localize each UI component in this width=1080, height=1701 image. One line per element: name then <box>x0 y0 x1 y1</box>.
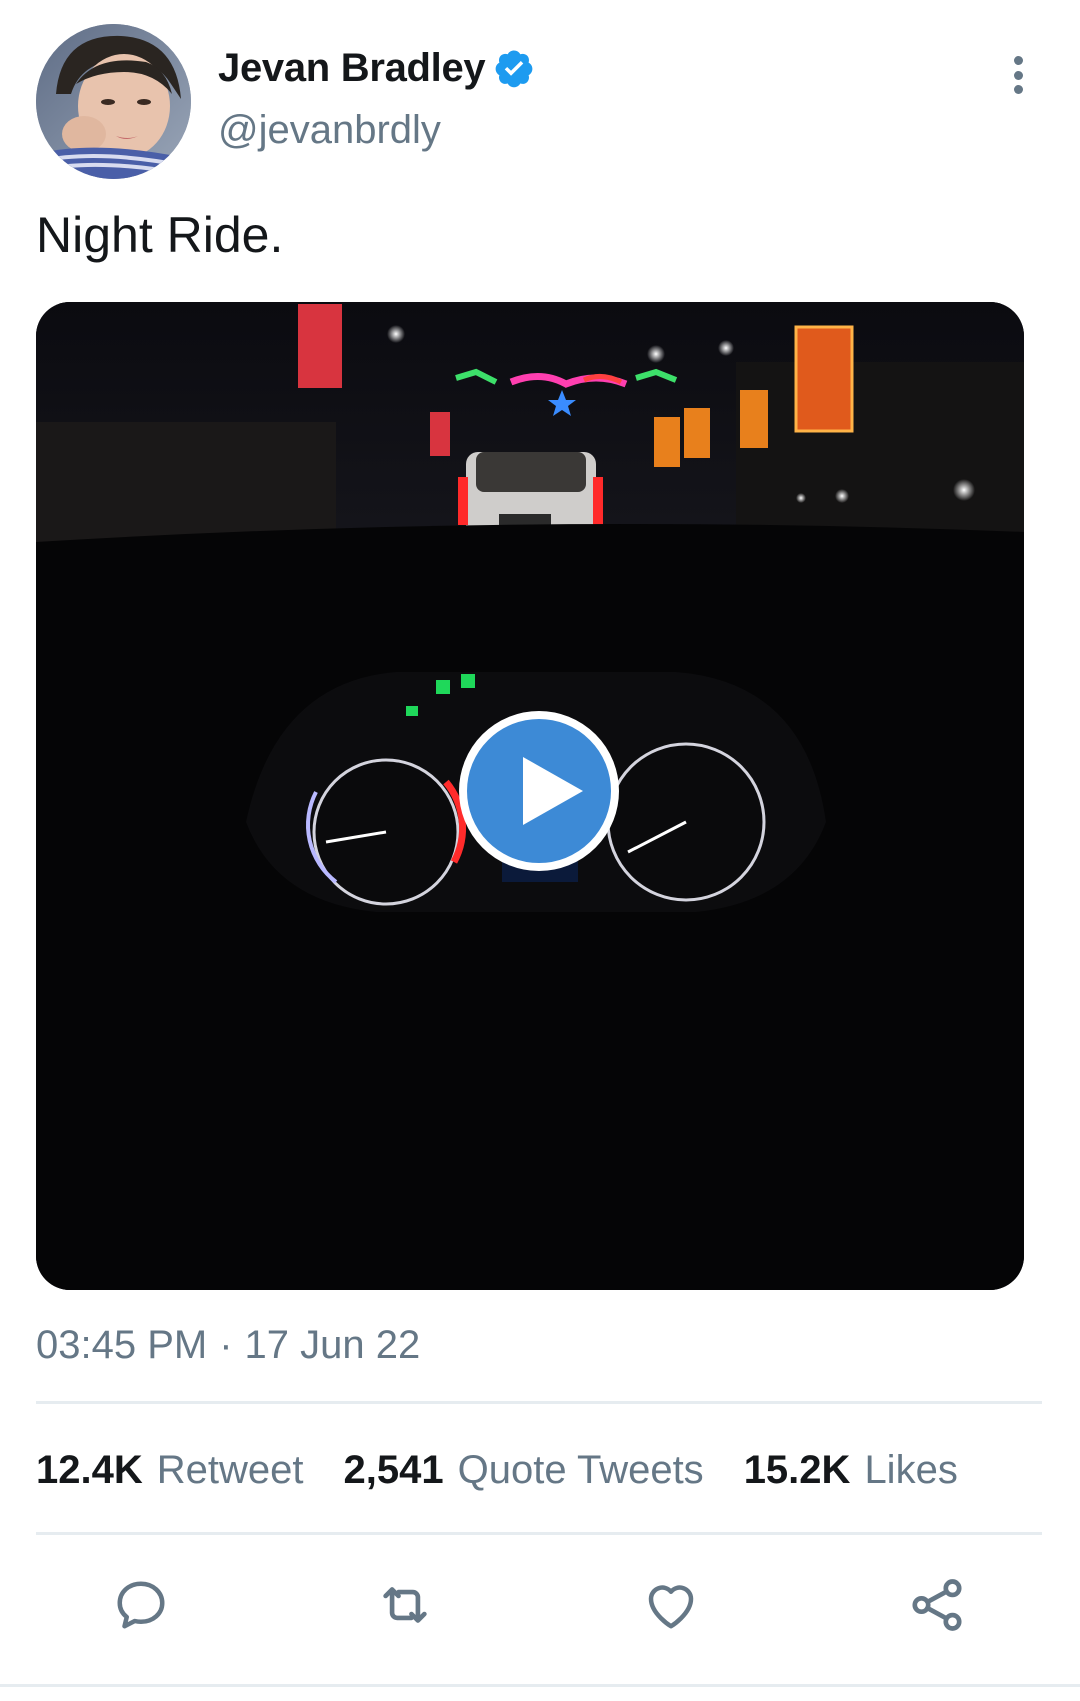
retweet-label: Retweet <box>156 1448 304 1492</box>
avatar[interactable] <box>36 24 191 179</box>
reply-button[interactable] <box>106 1570 176 1640</box>
tweet-time: 03:45 PM <box>36 1323 208 1367</box>
retweet-count: 12.4K <box>36 1448 143 1492</box>
tweet-date: 17 Jun 22 <box>244 1323 421 1367</box>
more-dot <box>1013 70 1023 80</box>
tweet-stats: 12.4K Retweet 2,541 Quote Tweets 15.2K L… <box>36 1448 998 1493</box>
likes-stat[interactable]: 15.2K Likes <box>744 1448 958 1493</box>
quote-label: Quote Tweets <box>457 1448 704 1492</box>
share-button[interactable] <box>902 1570 972 1640</box>
bottom-divider <box>0 1684 1080 1687</box>
timestamp-separator: · <box>219 1323 233 1367</box>
tweet-text: Night Ride. <box>36 207 284 263</box>
play-icon <box>523 757 583 825</box>
author-name-row[interactable]: Jevan Bradley <box>218 40 535 96</box>
user-handle[interactable]: @jevanbrdly <box>218 108 441 153</box>
divider <box>36 1401 1042 1404</box>
more-options-button[interactable] <box>1000 50 1036 100</box>
more-dot <box>1013 85 1023 94</box>
share-icon <box>912 1579 962 1631</box>
like-icon <box>648 1585 694 1629</box>
quote-count: 2,541 <box>343 1448 444 1492</box>
play-button[interactable] <box>459 711 619 871</box>
likes-count: 15.2K <box>743 1448 851 1492</box>
more-dot <box>1013 56 1023 65</box>
display-name[interactable]: Jevan Bradley <box>218 46 486 91</box>
like-button[interactable] <box>636 1570 706 1640</box>
divider <box>36 1532 1042 1535</box>
verified-badge-icon <box>493 47 535 89</box>
action-bar <box>0 1570 1080 1640</box>
retweet-icon <box>383 1587 427 1623</box>
retweet-button[interactable] <box>370 1570 440 1640</box>
video-thumbnail[interactable] <box>36 302 1024 1290</box>
reply-icon <box>117 1581 165 1629</box>
quote-tweets-stat[interactable]: 2,541 Quote Tweets <box>344 1448 704 1493</box>
tweet-timestamp[interactable]: 03:45 PM · 17 Jun 22 <box>36 1323 420 1368</box>
retweet-stat[interactable]: 12.4K Retweet <box>36 1448 304 1493</box>
likes-label: Likes <box>864 1448 958 1492</box>
